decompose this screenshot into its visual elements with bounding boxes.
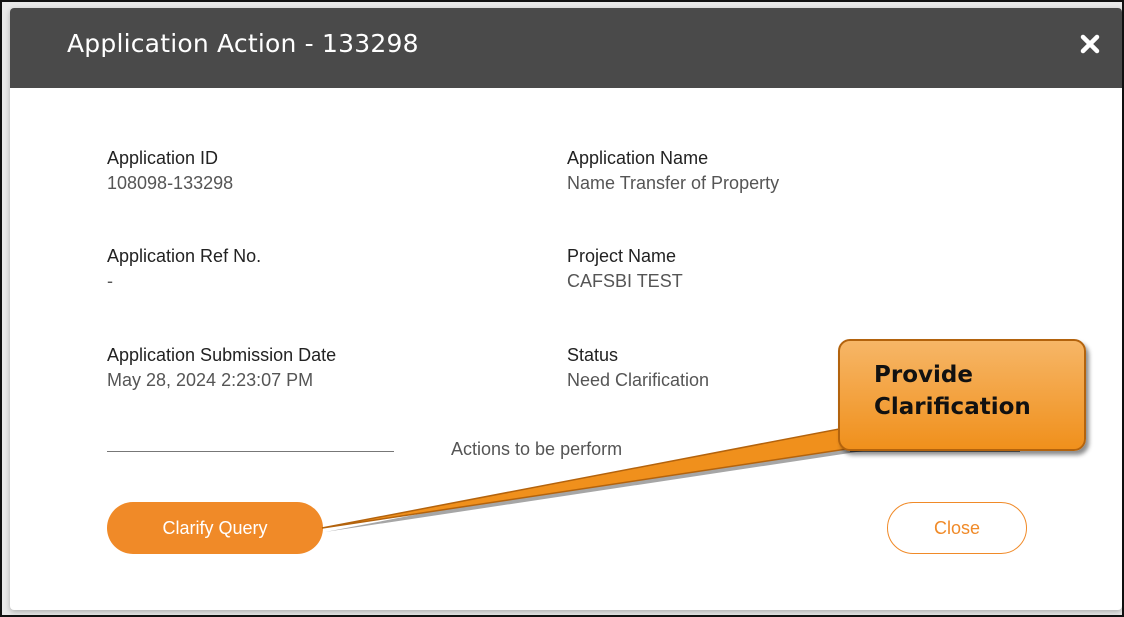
callout-text: Provide Clarification (874, 359, 1031, 423)
callout-line-2: Clarification (874, 394, 1031, 420)
application-ref-no-value: - (107, 271, 113, 291)
status-label: Status (567, 345, 619, 365)
submission-date-value: May 28, 2024 2:23:07 PM (107, 370, 314, 390)
status-value: Need Clarification (567, 370, 710, 390)
clarify-query-button[interactable]: Clarify Query (107, 502, 323, 554)
project-name-value: CAFSBI TEST (567, 271, 683, 291)
submission-date-label: Application Submission Date (107, 345, 337, 365)
application-name-label: Application Name (567, 148, 709, 168)
actions-divider-left (107, 451, 394, 452)
application-name-value: Name Transfer of Property (567, 173, 780, 193)
actions-heading: Actions to be perform (451, 439, 623, 459)
application-ref-no-label: Application Ref No. (107, 246, 262, 266)
application-id-label: Application ID (107, 148, 219, 168)
project-name-label: Project Name (567, 246, 677, 266)
callout-line-1: Provide (874, 362, 973, 388)
close-icon[interactable] (1076, 30, 1104, 58)
screenshot-frame: Application Action - 133298 Application … (0, 0, 1124, 617)
dialog-header: Application Action - 133298 (10, 8, 1122, 88)
application-id-value: 108098-133298 (107, 173, 234, 193)
actions-divider-right (850, 451, 1020, 452)
application-action-dialog: Application Action - 133298 Application … (10, 8, 1122, 610)
dialog-title: Application Action - 133298 (67, 29, 419, 58)
close-button[interactable]: Close (887, 502, 1027, 554)
callout-box: Provide Clarification (838, 339, 1086, 451)
